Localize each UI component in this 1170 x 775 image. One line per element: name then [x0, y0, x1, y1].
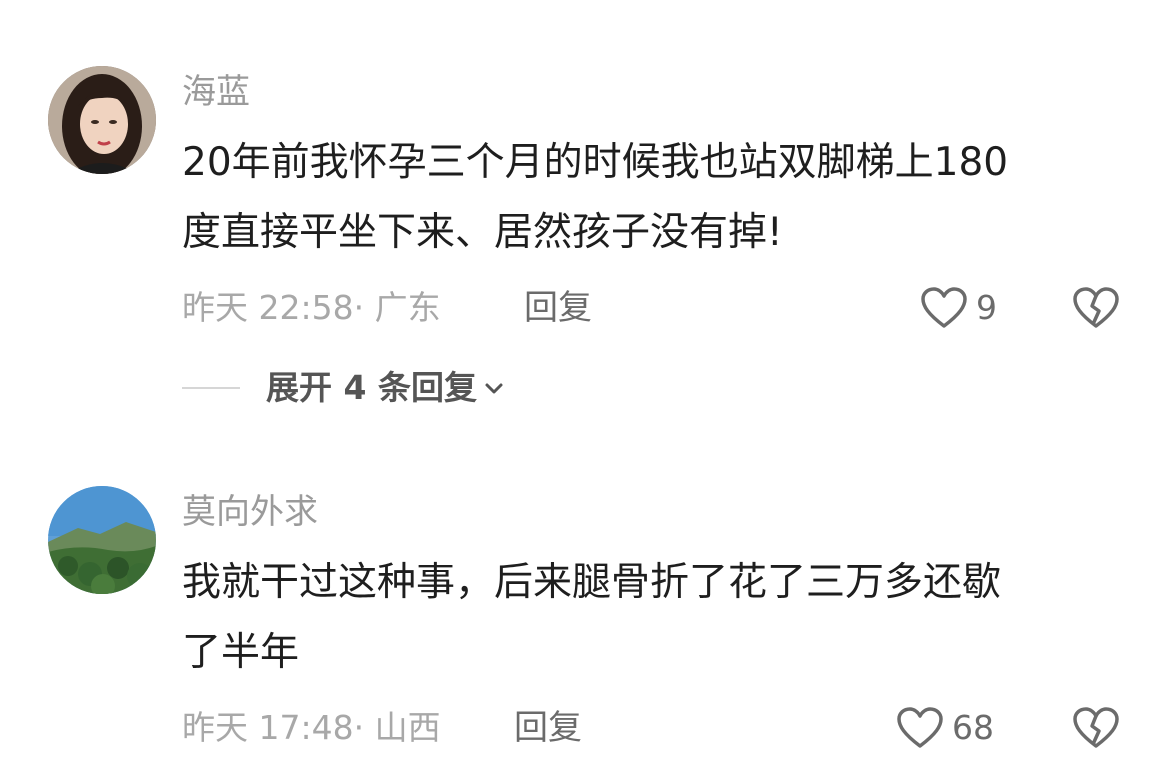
meta-separator: ·: [353, 708, 365, 747]
comment-meta: 昨天 22:58· 广东: [182, 288, 441, 328]
woman-portrait-avatar-icon: [48, 66, 156, 174]
heart-outline-icon: [897, 707, 943, 748]
username[interactable]: 莫向外求: [182, 492, 318, 532]
divider: [182, 387, 240, 389]
broken-heart-icon: [1073, 287, 1119, 328]
username[interactable]: 海蓝: [182, 72, 250, 112]
timestamp: 昨天 17:48: [182, 708, 354, 747]
meta-separator: ·: [353, 288, 365, 327]
comment-text-line: 我就干过这种事，后来腿骨折了花了三万多还歇: [182, 560, 1002, 605]
like-button[interactable]: 68: [896, 706, 994, 750]
reply-button[interactable]: 回复: [514, 708, 582, 748]
expand-replies-row: 展开 4 条回复: [182, 368, 505, 408]
comment-text-line: 了半年: [182, 630, 300, 675]
dislike-button[interactable]: [1072, 706, 1120, 754]
location: 山西: [374, 708, 441, 747]
location: 广东: [374, 288, 441, 327]
comment-text: 20年前我怀孕三个月的时候我也站双脚梯上180 度直接平坐下来、居然孩子没有掉!: [182, 128, 1122, 268]
comment-meta: 昨天 17:48· 山西: [182, 708, 441, 748]
avatar[interactable]: [48, 486, 156, 594]
like-count: 68: [952, 708, 994, 747]
broken-heart-icon: [1073, 707, 1119, 748]
heart-outline-icon: [921, 287, 967, 328]
reply-button[interactable]: 回复: [524, 288, 592, 328]
timestamp: 昨天 22:58: [182, 288, 354, 327]
mountain-landscape-avatar-icon: [48, 486, 156, 594]
comment-text: 我就干过这种事，后来腿骨折了花了三万多还歇 了半年: [182, 548, 1122, 688]
like-count: 9: [976, 288, 997, 327]
like-button[interactable]: 9: [920, 286, 997, 330]
chevron-down-icon: [485, 383, 503, 394]
dislike-button[interactable]: [1072, 286, 1120, 334]
avatar[interactable]: [48, 66, 156, 174]
comment-text-line: 20年前我怀孕三个月的时候我也站双脚梯上180: [182, 140, 1009, 185]
expand-replies-label: 展开 4 条回复: [266, 368, 477, 407]
expand-replies-button[interactable]: 展开 4 条回复: [266, 368, 505, 408]
comment-text-line: 度直接平坐下来、居然孩子没有掉!: [182, 210, 783, 255]
